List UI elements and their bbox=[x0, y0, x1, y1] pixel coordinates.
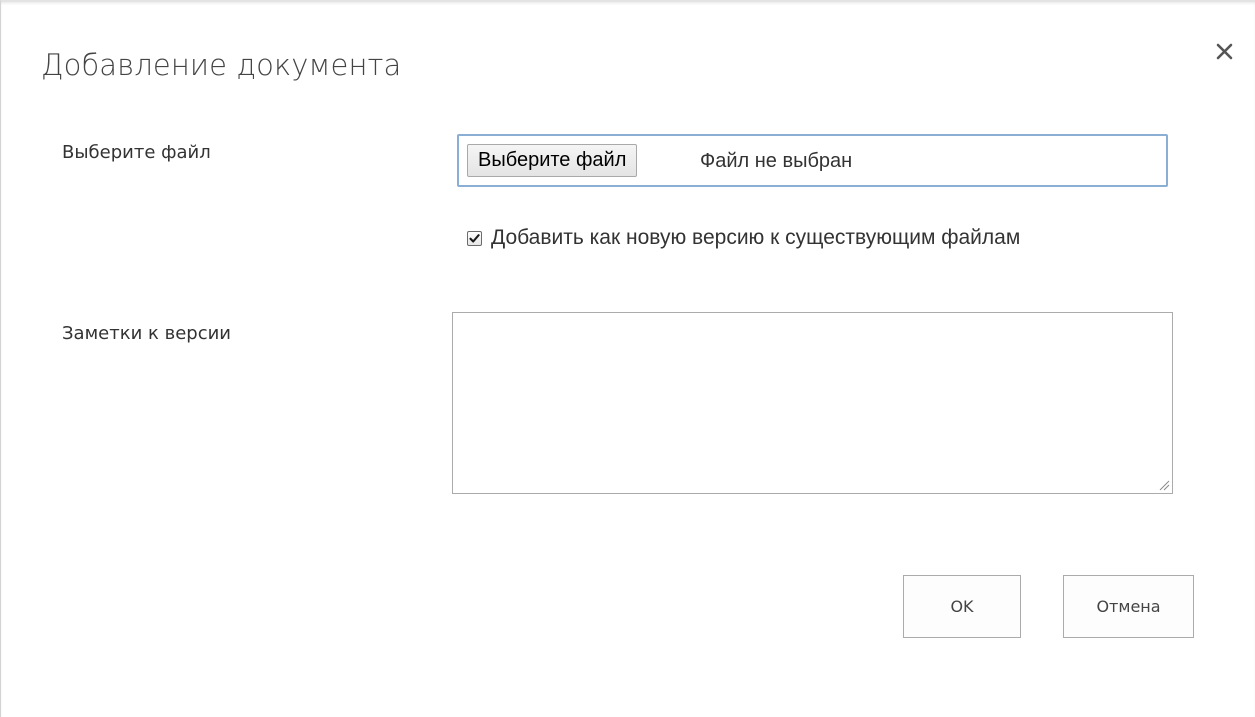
add-as-version-label: Добавить как новую версию к существующим… bbox=[491, 226, 1021, 249]
notes-label: Заметки к версии bbox=[62, 323, 231, 344]
close-button[interactable] bbox=[1214, 41, 1240, 67]
file-label: Выберите файл bbox=[62, 142, 211, 163]
add-as-version-checkbox[interactable] bbox=[467, 230, 482, 246]
add-as-version-row[interactable]: Добавить как новую версию к существующим… bbox=[467, 223, 1020, 253]
choose-file-button[interactable]: Выберите файл bbox=[467, 144, 638, 177]
add-document-dialog: Добавление документа Выберите файл Выбер… bbox=[0, 0, 1255, 717]
ok-button[interactable]: OK bbox=[903, 575, 1021, 638]
close-icon bbox=[1214, 41, 1240, 67]
resize-grip-icon[interactable] bbox=[1158, 479, 1170, 491]
checkmark-icon bbox=[469, 233, 480, 243]
cancel-button[interactable]: Отмена bbox=[1063, 575, 1194, 638]
dialog-title: Добавление документа bbox=[41, 48, 402, 82]
file-status-text: Файл не выбран bbox=[700, 150, 853, 172]
file-input[interactable]: Выберите файл Файл не выбран bbox=[457, 134, 1168, 187]
version-notes-textarea[interactable] bbox=[452, 312, 1173, 494]
